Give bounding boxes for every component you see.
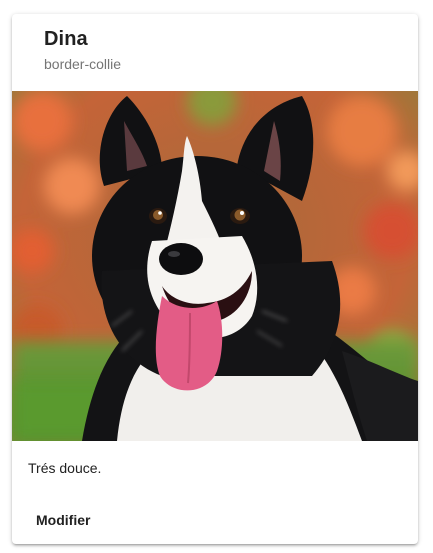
pet-card: Dina border-collie Trés douce. Modifier bbox=[12, 14, 418, 544]
dog-photo bbox=[12, 91, 418, 441]
card-description: Trés douce. bbox=[28, 460, 102, 476]
card-actions: Modifier bbox=[20, 502, 106, 538]
card-subtitle: border-collie bbox=[44, 56, 122, 72]
card-header: Dina border-collie bbox=[12, 14, 418, 91]
edit-button[interactable]: Modifier bbox=[20, 502, 106, 538]
card-title: Dina bbox=[44, 28, 88, 50]
